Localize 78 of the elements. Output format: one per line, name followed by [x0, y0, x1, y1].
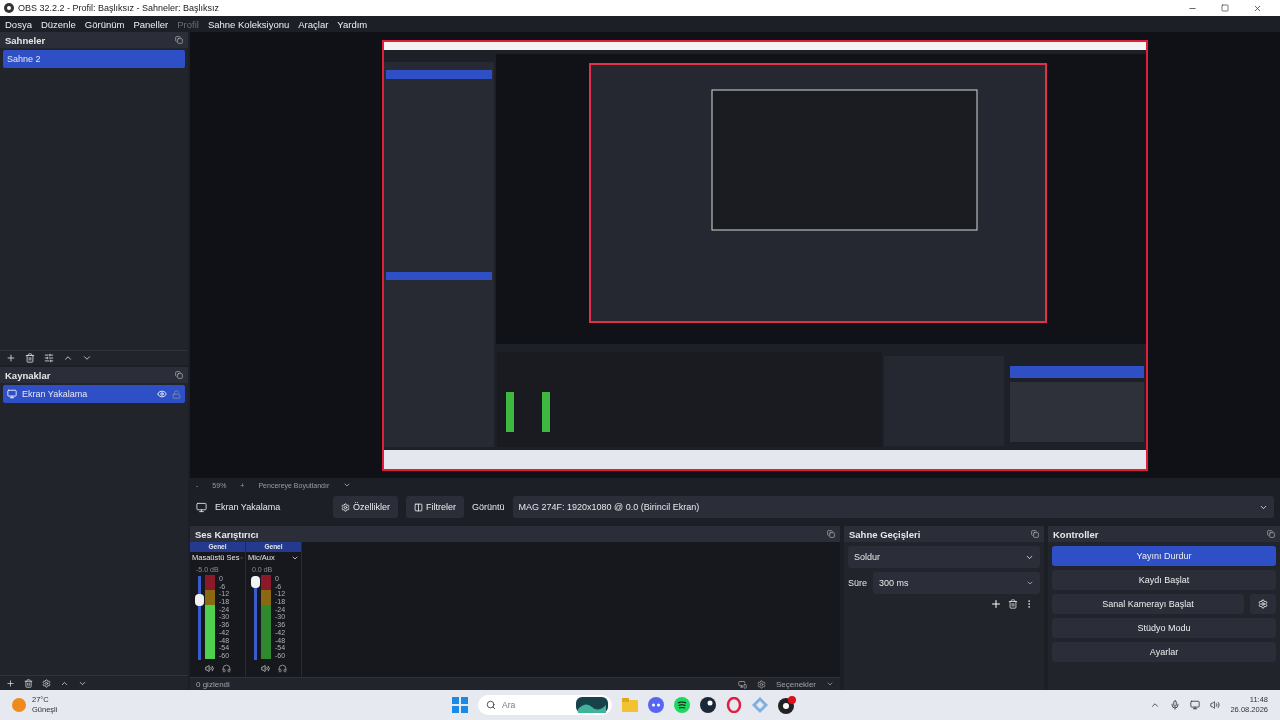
- app-logo-icon: [4, 3, 14, 13]
- menu-item[interactable]: Düzenle: [40, 18, 76, 30]
- menu-item[interactable]: Sahne Koleksiyonu: [207, 18, 290, 30]
- slider-thumb[interactable]: [251, 576, 260, 588]
- search-field[interactable]: Ara: [478, 695, 612, 715]
- source-item[interactable]: Ekran Yakalama: [3, 385, 185, 403]
- monitor-icon: [7, 389, 17, 399]
- float-icon: [1031, 530, 1039, 538]
- hidden-count: 0 gizlendi: [196, 679, 230, 689]
- trash-icon: [25, 353, 35, 363]
- filters-button[interactable]: Filtreler: [406, 496, 465, 518]
- volume-icon: [1210, 700, 1221, 710]
- float-icon: [175, 371, 183, 379]
- control-button[interactable]: Kaydı Başlat: [1052, 570, 1276, 590]
- menu-item[interactable]: Paneller: [133, 18, 169, 30]
- menu-item[interactable]: Görünüm: [84, 18, 125, 30]
- up-icon: [63, 353, 73, 363]
- monitor-icon: [737, 679, 747, 689]
- dock-title: Sahneler: [5, 34, 46, 46]
- control-button[interactable]: Yayını Durdur: [1052, 546, 1276, 566]
- settings-icon: [756, 679, 766, 689]
- down-icon: [82, 353, 92, 363]
- source-label: Ekran Yakalama: [22, 389, 89, 399]
- trash-icon: [1008, 599, 1018, 609]
- menu-item[interactable]: Dosya: [5, 18, 32, 30]
- filter-icon: [414, 502, 423, 512]
- properties-button[interactable]: Özellikler: [333, 496, 398, 518]
- caret-icon: [826, 680, 834, 688]
- menu-item[interactable]: Yardım: [337, 18, 368, 30]
- duration-label: Süre: [848, 578, 867, 588]
- dock-title: Kontroller: [1053, 528, 1099, 540]
- settings-button[interactable]: [1250, 594, 1276, 614]
- microphone-icon: [1170, 700, 1181, 710]
- trash-icon: [24, 678, 33, 688]
- gear-icon: [1258, 599, 1268, 609]
- search-icon: [486, 700, 496, 710]
- control-button[interactable]: Sanal Kamerayı Başlat: [1052, 594, 1244, 614]
- source-name: Ekran Yakalama: [215, 502, 282, 512]
- float-icon: [175, 36, 183, 44]
- window-title: OBS 32.2.2 - Profil: Başlıksız - Sahneler: Başlıksız: [18, 3, 221, 13]
- menu-item[interactable]: Araçlar: [298, 18, 329, 30]
- duration-field[interactable]: 300 ms: [873, 572, 1040, 594]
- add-icon: [990, 598, 1002, 610]
- gear-icon: [341, 502, 350, 512]
- transition-dropdown[interactable]: Soldur: [848, 546, 1040, 568]
- app-icon[interactable]: [778, 696, 796, 714]
- ring-icon[interactable]: [726, 697, 742, 713]
- close-icon: [1253, 3, 1262, 13]
- display-dropdown[interactable]: MAG 274F: 1920x1080 @ 0.0 (Birincil Ekran): [512, 496, 1274, 518]
- windows-logo-icon[interactable]: [452, 697, 468, 713]
- control-button[interactable]: Ayarlar: [1052, 642, 1276, 662]
- headphones-icon: [277, 664, 287, 673]
- monitor-icon: [196, 501, 207, 513]
- app-icon[interactable]: [700, 697, 716, 713]
- dock-title: Kaynaklar: [5, 369, 51, 381]
- volume-slider[interactable]: [198, 576, 201, 660]
- dock-title: Sahne Geçişleri: [849, 528, 921, 540]
- display-label: Görüntü: [472, 502, 505, 512]
- chevron-up-icon: [1150, 700, 1161, 710]
- scene-item[interactable]: Sahne 2: [3, 50, 185, 68]
- caret-icon: [343, 481, 352, 489]
- volume-slider[interactable]: [254, 576, 257, 660]
- options-menu[interactable]: Seçenekler: [775, 679, 816, 689]
- slider-thumb[interactable]: [195, 594, 204, 606]
- sun-icon: [12, 698, 26, 712]
- app-icon[interactable]: [674, 697, 690, 713]
- maximize-icon: [1221, 3, 1229, 12]
- filter-icon: [44, 353, 54, 363]
- settings-icon: [42, 678, 51, 688]
- add-icon: [6, 353, 16, 363]
- spin-icon: [1026, 579, 1034, 587]
- dock-title: Ses Karıştırıcı: [195, 528, 259, 540]
- control-button[interactable]: Stüdyo Modu: [1052, 618, 1276, 638]
- float-icon: [827, 530, 835, 538]
- headphones-icon: [221, 664, 231, 673]
- float-icon: [1267, 530, 1275, 538]
- search-placeholder: Ara: [502, 700, 517, 710]
- add-icon: [6, 678, 15, 688]
